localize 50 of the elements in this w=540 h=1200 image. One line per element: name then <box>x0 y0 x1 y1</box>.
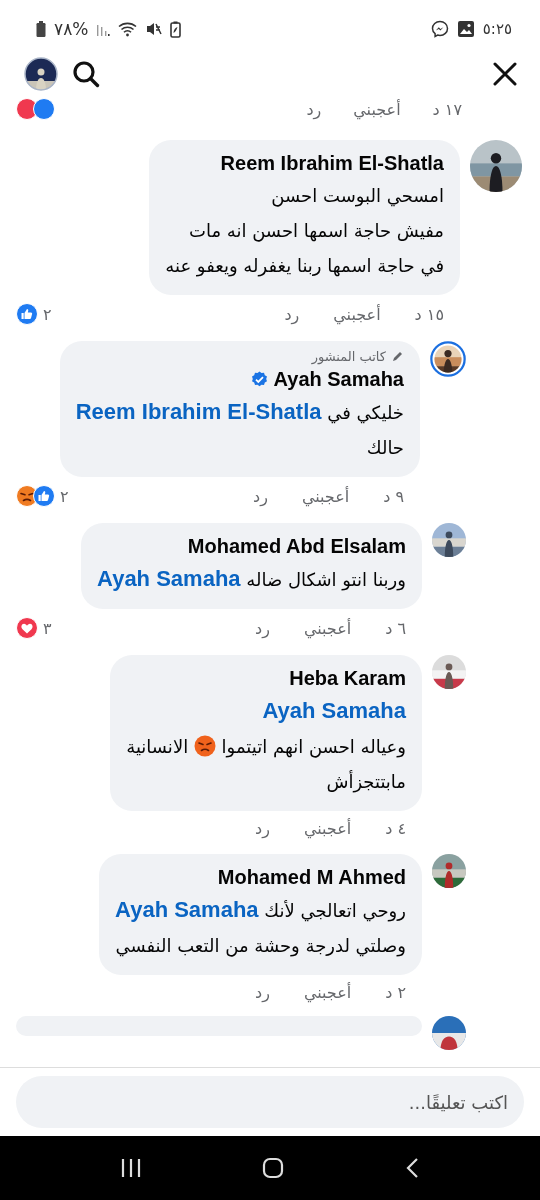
close-icon <box>492 61 518 87</box>
comment-time: ٦ د <box>385 618 406 638</box>
reply-link[interactable]: رد <box>306 99 322 119</box>
mention-link[interactable]: Ayah Samaha <box>262 698 406 723</box>
home-icon <box>262 1157 284 1179</box>
like-link[interactable]: أعجبني <box>301 486 350 506</box>
author-name[interactable]: Reem Ibrahim El-Shatla <box>220 148 444 178</box>
reply-link[interactable]: رد <box>255 983 270 1002</box>
reaction-count: ٢ <box>43 304 52 324</box>
reply-link[interactable]: رد <box>255 618 270 638</box>
mention-link[interactable]: Ayah Samaha <box>115 897 259 922</box>
like-link[interactable]: أعجبني <box>333 304 381 324</box>
battery-saver-icon <box>170 20 182 38</box>
mention-link[interactable]: Reem Ibrahim El-Shatla <box>75 399 322 424</box>
author-name[interactable]: Mohamed Abd Elsalam <box>187 531 406 561</box>
pencil-icon <box>391 350 404 363</box>
wifi-icon <box>118 21 139 37</box>
battery-percent: %٧٨ <box>54 19 89 39</box>
comment-time: ٩ د <box>383 486 404 506</box>
post-author-label: كاتب المنشور <box>311 349 386 364</box>
comment-text: امسحي البوست احسن مفيش حاجة اسمها احسن انه مات في حاجة اسمها ربنا يغفرله ويعفو عنه <box>165 184 444 279</box>
angry-emoji-icon <box>193 735 216 757</box>
gallery-icon <box>456 20 475 38</box>
back-icon <box>404 1157 420 1179</box>
comment-time: ٤ د <box>385 819 406 838</box>
close-button[interactable] <box>492 61 518 87</box>
battery-icon <box>36 21 46 37</box>
author-name[interactable]: Heba Karam <box>289 663 406 693</box>
like-link[interactable]: أعجبني <box>353 99 401 119</box>
comment-time: ١٧ د <box>432 99 462 119</box>
search-button[interactable] <box>72 60 100 88</box>
mention-link[interactable]: Ayah Samaha <box>97 566 241 591</box>
mute-icon <box>146 21 163 37</box>
author-name[interactable]: Mohamed M Ahmed <box>217 862 406 892</box>
reply-link[interactable]: رد <box>253 486 268 506</box>
status-time: ٥:٢٥ <box>482 20 512 38</box>
author-name[interactable]: Ayah Samaha <box>273 364 404 394</box>
comment-time: ١٥ د <box>414 304 444 324</box>
comment-time: ٢ د <box>385 983 406 1002</box>
reaction-count: ٢ <box>60 486 69 506</box>
reaction-count: ٣ <box>43 618 52 638</box>
comment-input[interactable]: اكتب تعليقًا... <box>16 1076 524 1128</box>
messenger-icon <box>430 20 449 38</box>
like-link[interactable]: أعجبني <box>303 618 352 638</box>
like-link[interactable]: أعجبني <box>303 983 352 1002</box>
recent-apps-icon <box>120 1158 142 1178</box>
reply-link[interactable]: رد <box>255 819 270 838</box>
like-link[interactable]: أعجبني <box>303 819 352 838</box>
search-icon <box>72 60 100 88</box>
reply-link[interactable]: رد <box>284 304 300 324</box>
